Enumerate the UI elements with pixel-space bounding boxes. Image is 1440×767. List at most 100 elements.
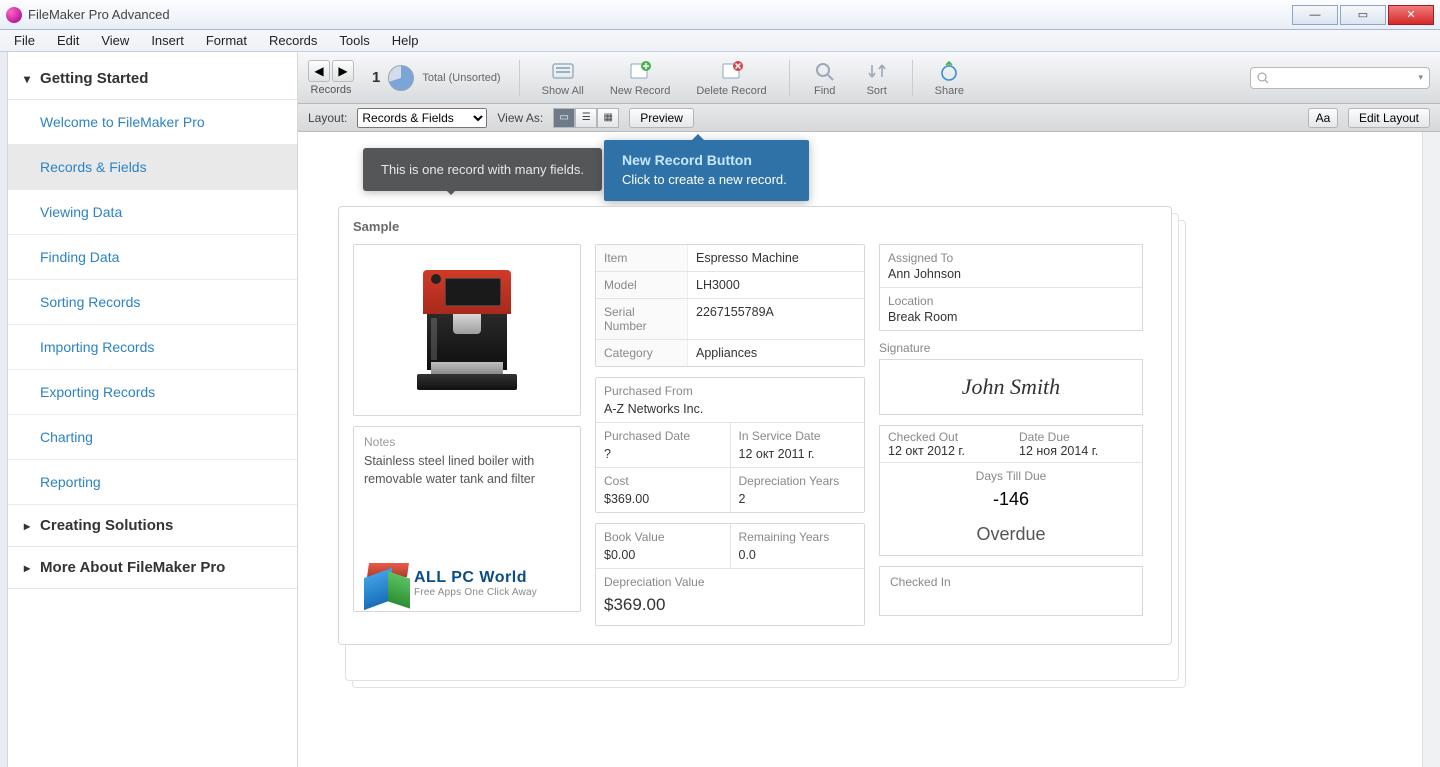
next-record-button[interactable]: ▶ bbox=[332, 60, 354, 82]
notes-text: Stainless steel lined boiler with remova… bbox=[364, 453, 570, 488]
checked-in-box[interactable]: Checked In bbox=[879, 566, 1143, 616]
purchase-details: Purchased From A-Z Networks Inc. Purchas… bbox=[595, 377, 865, 513]
purchased-from-value[interactable]: A-Z Networks Inc. bbox=[596, 400, 864, 423]
layout-label: Layout: bbox=[308, 111, 347, 125]
sidebar-item-viewing-data[interactable]: Viewing Data bbox=[8, 190, 297, 235]
menu-insert[interactable]: Insert bbox=[141, 31, 194, 50]
overdue-label: Overdue bbox=[880, 516, 1142, 555]
pie-icon bbox=[388, 65, 414, 91]
menu-view[interactable]: View bbox=[91, 31, 139, 50]
tooltip-record-fields: This is one record with many fields. bbox=[363, 148, 602, 191]
sample-label: Sample bbox=[353, 219, 1157, 234]
chevron-right-icon: ▸ bbox=[24, 519, 30, 533]
sidebar-item-welcome[interactable]: Welcome to FileMaker Pro bbox=[8, 100, 297, 145]
model-value[interactable]: LH3000 bbox=[688, 272, 864, 298]
sidebar-section-creating-solutions[interactable]: ▸ Creating Solutions bbox=[8, 505, 297, 547]
sort-icon bbox=[864, 59, 890, 83]
menu-format[interactable]: Format bbox=[196, 31, 257, 50]
checked-out-value[interactable]: 12 окт 2012 г. bbox=[888, 444, 1003, 458]
rem-years-value[interactable]: 0.0 bbox=[731, 546, 865, 568]
minimize-button[interactable]: — bbox=[1292, 5, 1338, 25]
record-nav: ◀ ▶ Records bbox=[308, 60, 354, 96]
sidebar-item-records-fields[interactable]: Records & Fields bbox=[8, 145, 297, 190]
location-value[interactable]: Break Room bbox=[880, 308, 1142, 330]
record-card: Sample Notes bbox=[338, 206, 1172, 645]
book-value[interactable]: $0.00 bbox=[596, 546, 730, 568]
preview-button[interactable]: Preview bbox=[629, 108, 694, 128]
sidebar-section-label: Creating Solutions bbox=[40, 517, 173, 534]
menubar: File Edit View Insert Format Records Too… bbox=[0, 30, 1440, 52]
sidebar-item-exporting-records[interactable]: Exporting Records bbox=[8, 370, 297, 415]
sidebar-item-importing-records[interactable]: Importing Records bbox=[8, 325, 297, 370]
maximize-button[interactable]: ▭ bbox=[1340, 5, 1386, 25]
signature-box[interactable]: John Smith bbox=[879, 359, 1143, 415]
view-table-button[interactable]: ▦ bbox=[597, 108, 619, 128]
record-counter: 1 Total (Unsorted) bbox=[372, 65, 501, 91]
close-button[interactable]: ✕ bbox=[1388, 5, 1434, 25]
sidebar-item-reporting[interactable]: Reporting bbox=[8, 460, 297, 505]
watermark: ALL PC World Free Apps One Click Away bbox=[364, 563, 570, 603]
dep-years-value[interactable]: 2 bbox=[731, 490, 865, 512]
item-value[interactable]: Espresso Machine bbox=[688, 245, 864, 271]
prev-record-button[interactable]: ◀ bbox=[308, 60, 330, 82]
dep-value[interactable]: $369.00 bbox=[596, 591, 864, 625]
show-all-button[interactable]: Show All bbox=[538, 59, 588, 97]
sidebar-item-finding-data[interactable]: Finding Data bbox=[8, 235, 297, 280]
tooltip-new-record: New Record Button Click to create a new … bbox=[604, 140, 809, 201]
in-service-value[interactable]: 12 окт 2011 г. bbox=[731, 445, 865, 467]
view-list-button[interactable]: ☰ bbox=[575, 108, 597, 128]
menu-file[interactable]: File bbox=[4, 31, 45, 50]
sort-button[interactable]: Sort bbox=[860, 59, 894, 97]
menu-edit[interactable]: Edit bbox=[47, 31, 89, 50]
view-as-label: View As: bbox=[497, 111, 543, 125]
serial-value[interactable]: 2267155789A bbox=[688, 299, 864, 339]
cost-value[interactable]: $369.00 bbox=[596, 490, 730, 512]
purchased-date-value[interactable]: ? bbox=[596, 445, 730, 467]
separator bbox=[789, 60, 790, 96]
current-record: 1 bbox=[372, 69, 380, 86]
view-as-buttons: ▭ ☰ ▦ bbox=[553, 108, 619, 128]
sidebar-item-charting[interactable]: Charting bbox=[8, 415, 297, 460]
new-record-icon bbox=[627, 59, 653, 83]
search-dropdown-icon: ▾ bbox=[1418, 72, 1423, 83]
toolbar: ◀ ▶ Records 1 Total (Unsorted) Show All … bbox=[298, 52, 1440, 104]
show-all-icon bbox=[550, 59, 576, 83]
share-button[interactable]: Share bbox=[931, 59, 968, 97]
sidebar-section-label: Getting Started bbox=[40, 70, 148, 87]
menu-records[interactable]: Records bbox=[259, 31, 327, 50]
category-value[interactable]: Appliances bbox=[688, 340, 864, 366]
search-icon bbox=[1257, 72, 1269, 84]
record-stack: Sample Notes bbox=[338, 206, 1420, 645]
stage: ◀ ▶ Records 1 Total (Unsorted) Show All … bbox=[298, 52, 1440, 767]
sidebar-item-sorting-records[interactable]: Sorting Records bbox=[8, 280, 297, 325]
chevron-right-icon: ▸ bbox=[24, 561, 30, 575]
sidebar-section-getting-started[interactable]: ▾ Getting Started bbox=[8, 58, 297, 100]
days-till-value: -146 bbox=[880, 483, 1142, 516]
left-gutter bbox=[0, 52, 8, 767]
menu-help[interactable]: Help bbox=[382, 31, 429, 50]
sidebar: ▾ Getting Started Welcome to FileMaker P… bbox=[8, 52, 298, 767]
sidebar-section-label: More About FileMaker Pro bbox=[40, 559, 225, 576]
assigned-value[interactable]: Ann Johnson bbox=[880, 265, 1142, 288]
date-due-value[interactable]: 12 ноя 2014 г. bbox=[1019, 444, 1134, 458]
scrollbar[interactable] bbox=[1422, 132, 1440, 767]
search-input[interactable]: ▾ bbox=[1250, 67, 1430, 89]
menu-tools[interactable]: Tools bbox=[329, 31, 379, 50]
delete-record-button[interactable]: Delete Record bbox=[692, 59, 770, 97]
layout-select[interactable]: Records & Fields bbox=[357, 108, 487, 128]
sidebar-section-more-about[interactable]: ▸ More About FileMaker Pro bbox=[8, 547, 297, 589]
new-record-button[interactable]: New Record bbox=[606, 59, 675, 97]
find-button[interactable]: Find bbox=[808, 59, 842, 97]
aa-button[interactable]: Aa bbox=[1308, 108, 1338, 128]
edit-layout-button[interactable]: Edit Layout bbox=[1348, 108, 1430, 128]
canvas: This is one record with many fields. New… bbox=[298, 132, 1440, 767]
espresso-machine-icon bbox=[417, 270, 517, 390]
cube-icon bbox=[364, 563, 404, 603]
separator bbox=[519, 60, 520, 96]
signature-section: Signature John Smith bbox=[879, 341, 1143, 415]
view-form-button[interactable]: ▭ bbox=[553, 108, 575, 128]
records-label: Records bbox=[311, 84, 352, 96]
app-icon bbox=[6, 7, 22, 23]
delete-record-icon bbox=[719, 59, 745, 83]
assignment-box: Assigned To Ann Johnson Location Break R… bbox=[879, 244, 1143, 331]
